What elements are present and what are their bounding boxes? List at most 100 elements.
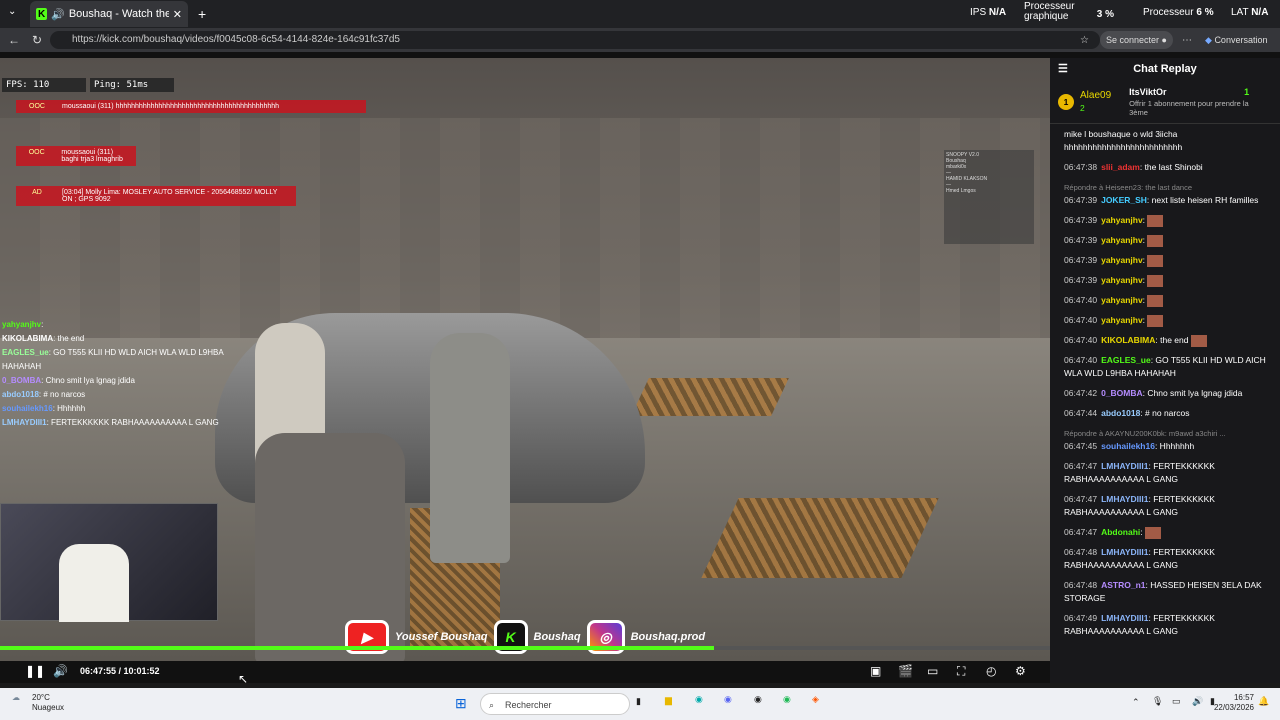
timestamp: 06:47:47 xyxy=(1064,494,1098,504)
chat-username[interactable]: souhailekh16 xyxy=(1101,441,1155,451)
favorite-icon[interactable]: ☆ xyxy=(1080,35,1089,46)
spotify-icon[interactable]: ◉ xyxy=(783,694,791,705)
url-field[interactable]: https://kick.com/boushaq/videos/f0045c08… xyxy=(50,31,1100,49)
chat-username[interactable]: 0_BOMBA xyxy=(1101,388,1143,398)
chat-text: : Chno smit lya lgnag jdida xyxy=(1142,388,1243,398)
chat-message-list: 06:47:38 slii_adam: the last Shinobi Répon… xyxy=(1050,161,1280,638)
emote-icon xyxy=(1147,294,1164,307)
volume-icon[interactable]: 🔊 xyxy=(53,664,68,678)
timestamp: 06:47:49 xyxy=(1064,613,1098,623)
progress-bar[interactable] xyxy=(0,646,1050,650)
chat-username[interactable]: yahyanjhv xyxy=(1101,275,1143,285)
reply-context[interactable]: Répondre à AKAYNU200K0bk: m9awd a3chiri … xyxy=(1064,427,1266,440)
timestamp: 06:47:39 xyxy=(1064,215,1098,225)
volume-tray-icon[interactable]: 🔊 xyxy=(1192,696,1203,707)
chat-message: 06:47:40 KIKOLABIMA: the end xyxy=(1050,334,1280,347)
perf-cpu: Processeur 6 % xyxy=(1143,7,1214,18)
emote-icon xyxy=(1147,234,1164,247)
chat-message: 06:47:40 EAGLES_ue: GO T555 KLII HD WLD A… xyxy=(1050,354,1280,380)
brave-icon[interactable]: ◈ xyxy=(812,694,819,705)
mouse-cursor-icon: ↖ xyxy=(238,672,249,686)
menu-icon[interactable]: ⋯ xyxy=(1182,35,1192,46)
browser-tab-bar: ⌄ K 🔊 Boushaq - Watch the VOD on ✕ + IPS… xyxy=(0,0,1280,28)
chat-message: 06:47:44 abdo1018: # no narcos xyxy=(1050,407,1280,420)
back-icon[interactable]: ← xyxy=(8,33,20,47)
chat-username[interactable]: LMHAYDIII1 xyxy=(1101,547,1148,557)
social-label: Boushaq.prod xyxy=(630,631,706,643)
mic-icon[interactable]: 🎙 xyxy=(1152,696,1163,707)
browser-tab[interactable]: K 🔊 Boushaq - Watch the VOD on ✕ xyxy=(30,1,188,27)
chat-username[interactable]: yahyanjhv xyxy=(1101,235,1143,245)
timestamp: 06:47:40 xyxy=(1064,315,1098,325)
chat-username[interactable]: yahyanjhv xyxy=(1101,255,1143,265)
timestamp: 06:47:39 xyxy=(1064,195,1098,205)
chat-username[interactable]: abdo1018 xyxy=(1101,408,1140,418)
speaker-icon[interactable]: 🔊 xyxy=(51,8,65,21)
chat-message: 06:47:48 LMHAYDIII1: FERTEKKKKKK RABHAAAA… xyxy=(1050,546,1280,572)
network-icon[interactable]: ▭ xyxy=(1172,696,1181,707)
close-tab-icon[interactable]: ✕ xyxy=(173,8,182,21)
settings-icon[interactable]: ⚙ xyxy=(1015,664,1026,678)
chat-username[interactable]: ASTRO_n1 xyxy=(1101,580,1145,590)
edge-icon[interactable]: ◉ xyxy=(695,694,703,705)
emote-icon xyxy=(1147,274,1164,287)
discord-icon[interactable]: ◉ xyxy=(724,694,732,705)
chat-message: 06:47:39 yahyanjhv: xyxy=(1050,234,1280,247)
taskview-icon[interactable]: ▮ xyxy=(636,696,641,707)
conversation-button[interactable]: ◆ Conversation xyxy=(1205,35,1267,46)
streamer-image xyxy=(59,544,129,622)
video-player[interactable]: FPS: 110 Ping: 51ms OOC moussaoui (311) h… xyxy=(0,58,1050,661)
reload-icon[interactable]: ↻ xyxy=(32,33,42,47)
overlay-chat-line: EAGLES_ue: GO T555 KLII HD WLD AICH WLA … xyxy=(2,348,224,371)
emote-icon xyxy=(1190,334,1207,347)
timestamp: 06:47:42 xyxy=(1064,388,1098,398)
chat-username[interactable]: yahyanjhv xyxy=(1101,215,1143,225)
emote-icon xyxy=(1147,214,1164,227)
chat-username[interactable]: LMHAYDIII1 xyxy=(1101,461,1148,471)
tab-list-icon[interactable]: ⌄ xyxy=(8,6,16,17)
chat-username[interactable]: slii_adam xyxy=(1101,162,1140,172)
scene-mat xyxy=(631,378,789,416)
search-icon: ⌕ xyxy=(489,700,495,710)
chat-username[interactable]: LMHAYDIII1 xyxy=(1101,494,1148,504)
chat-username[interactable]: Abdonahi xyxy=(1101,527,1140,537)
notification-icon[interactable]: 🔔 xyxy=(1258,696,1269,707)
new-tab-icon[interactable]: + xyxy=(198,6,206,22)
scene-mat xyxy=(701,498,939,578)
ping-display: Ping: 51ms xyxy=(90,78,174,92)
taskbar-search[interactable]: ⌕ Rechercher xyxy=(480,693,630,715)
chat-message: mike l boushaque o wld 3iicha hhhhhhhhhh… xyxy=(1064,129,1183,152)
chat-username[interactable]: EAGLES_ue xyxy=(1101,355,1151,365)
emote-icon xyxy=(1147,314,1164,327)
timestamp: 06:47:48 xyxy=(1064,547,1098,557)
clock[interactable]: 16:57 22/03/2026 xyxy=(1212,693,1254,713)
fullscreen-icon[interactable]: ⛶ xyxy=(957,664,965,679)
kick-favicon-icon: K xyxy=(36,8,48,20)
chat-text: : xyxy=(1142,315,1146,325)
weather-widget[interactable]: ☁ 20°C Nuageux xyxy=(12,693,64,712)
chat-username[interactable]: JOKER_SH xyxy=(1101,195,1147,205)
start-icon[interactable]: ⊞ xyxy=(455,695,467,712)
clip-icon[interactable]: 🎬 xyxy=(898,664,913,678)
pause-icon[interactable]: ❚❚ xyxy=(25,664,45,678)
chat-username[interactable]: yahyanjhv xyxy=(1101,315,1143,325)
reply-context[interactable]: Répondre à Heiseen23: the last dance xyxy=(1064,181,1266,194)
chat-text: : xyxy=(1142,215,1146,225)
tray-chevron-icon[interactable]: ⌃ xyxy=(1132,697,1140,708)
chat-username[interactable]: yahyanjhv xyxy=(1101,295,1143,305)
speed-icon[interactable]: ◴ xyxy=(986,664,996,678)
chat-message: 06:47:47 LMHAYDIII1: FERTEKKKKKK RABHAAAA… xyxy=(1050,460,1280,486)
steam-icon[interactable]: ◉ xyxy=(754,694,762,705)
pip-icon[interactable]: ▣ xyxy=(870,664,881,678)
signin-button[interactable]: Se connecter ● xyxy=(1100,31,1173,49)
pinned-count: 2 xyxy=(1080,102,1085,113)
chat-message: 06:47:47 LMHAYDIII1: FERTEKKKKKK RABHAAAA… xyxy=(1050,493,1280,519)
chat-username[interactable]: LMHAYDIII1 xyxy=(1101,613,1148,623)
chat-username[interactable]: KIKOLABIMA xyxy=(1101,335,1155,345)
collapse-chat-icon[interactable]: ☰ xyxy=(1058,63,1068,76)
theater-icon[interactable]: ▭ xyxy=(927,664,938,678)
overlay-chat-line: KIKOLABIMA: the end xyxy=(2,334,85,343)
chat-text: : the end xyxy=(1155,335,1189,345)
chat-text: : xyxy=(1140,527,1143,537)
explorer-icon[interactable]: ▆ xyxy=(665,695,672,706)
